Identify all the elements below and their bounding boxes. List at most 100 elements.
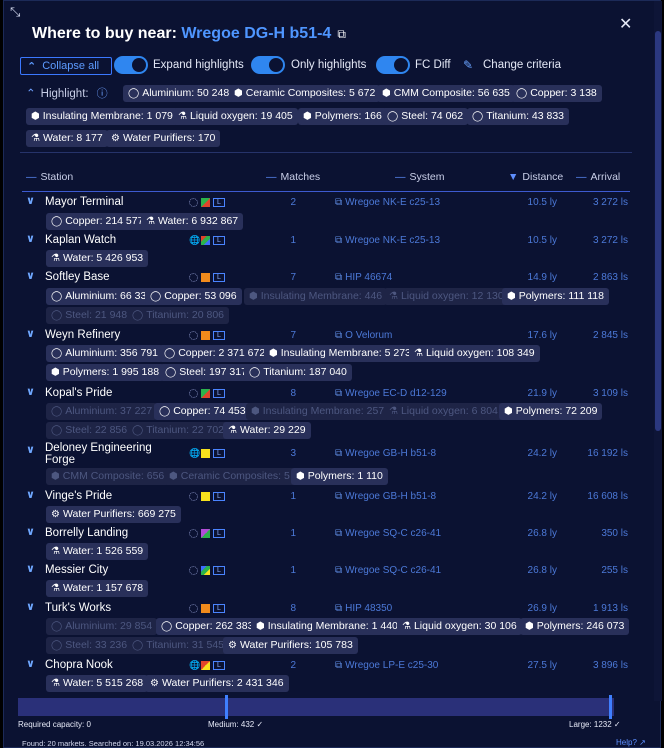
scrollbar-thumb[interactable]: [655, 31, 661, 431]
commodity-chip[interactable]: ⚗ Water: 5 426 953: [46, 250, 149, 267]
chevron-down-icon[interactable]: ∨: [26, 657, 35, 670]
fc-diff-toggle[interactable]: [376, 56, 410, 74]
highlight-chip[interactable]: ◯ Copper: 3 138: [511, 85, 602, 102]
column-matches[interactable]: — Matches: [266, 171, 320, 183]
commodity-chip[interactable]: ⚗ Liquid oxygen: 30 106: [397, 618, 522, 635]
chevron-down-icon[interactable]: ∨: [26, 525, 35, 538]
chevron-down-icon[interactable]: ∨: [26, 443, 35, 456]
system-link[interactable]: ⧉ O Velorum: [335, 330, 392, 341]
commodity-chip[interactable]: ◯ Titanium: 20 806: [127, 307, 230, 324]
system-link[interactable]: ⧉ Wregoe GB-H b51-8: [335, 448, 436, 459]
commodity-chip[interactable]: ◯ Copper: 74 453: [154, 403, 251, 420]
system-link[interactable]: ⧉ Wregoe NK-E c25-13: [335, 235, 440, 246]
commodity-chip[interactable]: ◯ Titanium: 22 702: [127, 422, 230, 439]
commodity-chip[interactable]: ◯ Copper: 214 577: [46, 213, 149, 230]
station-name[interactable]: Borrelly Landing: [45, 527, 128, 539]
collapse-all-button[interactable]: ⌃ Collapse all: [20, 57, 112, 75]
commodity-chip[interactable]: ⚗ Water: 5 515 268: [46, 675, 149, 692]
commodity-chip[interactable]: ⬢ Polymers: 1 995 188: [46, 364, 165, 381]
expand-highlights-toggle[interactable]: [114, 56, 148, 74]
commodity-chip[interactable]: ⚙ Water Purifiers: 669 275: [46, 506, 181, 523]
chevron-down-icon[interactable]: ∨: [26, 327, 35, 340]
chevron-up-icon[interactable]: ⌃: [26, 88, 36, 100]
highlight-chip[interactable]: ⚗ Liquid oxygen: 19 405: [173, 108, 298, 125]
highlight-chip[interactable]: ⚙ Water Purifiers: 170: [106, 130, 221, 147]
commodity-chip[interactable]: ◯ Titanium: 187 040: [244, 364, 352, 381]
commodity-chip[interactable]: ◯ Steel: 197 317: [160, 364, 252, 381]
info-icon[interactable]: ⓘ: [97, 88, 108, 100]
commodity-chip[interactable]: ⬢ Insulating Membrane: 446: [244, 288, 388, 305]
commodity-chip[interactable]: ◯ Aluminium: 37 227: [46, 403, 158, 420]
commodity-chip[interactable]: ⚙ Water Purifiers: 105 783: [223, 637, 358, 654]
chevron-down-icon[interactable]: ∨: [26, 194, 35, 207]
highlight-chip[interactable]: ⬢ Ceramic Composites: 5 672: [229, 85, 381, 102]
commodity-chip[interactable]: ◯ Aluminium: 66 338: [46, 288, 158, 305]
commodity-chip[interactable]: ⬢ Polymers: 246 073: [520, 618, 630, 635]
title-system[interactable]: Wregoe DG-H b51-4: [181, 25, 331, 42]
system-link[interactable]: ⧉ Wregoe GB-H b51-8: [335, 491, 436, 502]
change-criteria-link[interactable]: Change criteria: [483, 59, 561, 71]
commodity-chip[interactable]: ⬢ Insulating Membrane: 5 273: [264, 345, 416, 362]
commodity-chip[interactable]: ⚙ Water Purifiers: 2 431 346: [145, 675, 289, 692]
commodity-chip[interactable]: ⬢ CMM Composite: 656: [46, 468, 170, 485]
column-system[interactable]: — System: [395, 171, 445, 183]
system-link[interactable]: ⧉ HIP 46674: [335, 272, 392, 283]
system-link[interactable]: ⧉ Wregoe LP-E c25-30: [335, 660, 438, 671]
commodity-chip[interactable]: ⚗ Liquid oxygen: 12 130: [384, 288, 509, 305]
highlight-chip[interactable]: ⬢ CMM Composite: 56 635: [377, 85, 515, 102]
column-distance[interactable]: ▼ Distance: [508, 171, 563, 183]
commodity-chip[interactable]: ⬢ Polymers: 111 118: [502, 288, 609, 305]
collapse-arrows-icon[interactable]: ⤡: [10, 5, 20, 18]
commodity-chip[interactable]: ⚗ Water: 6 932 867: [141, 213, 244, 230]
commodity-chip[interactable]: ⚗ Water: 29 229: [223, 422, 311, 439]
close-icon[interactable]: ✕: [619, 17, 632, 33]
commodity-chip[interactable]: ◯ Copper: 2 371 672: [159, 345, 271, 362]
commodity-chip[interactable]: ◯ Steel: 33 236: [46, 637, 133, 654]
highlight-chip[interactable]: ⚗ Water: 8 177: [26, 130, 108, 147]
commodity-chip[interactable]: ◯ Titanium: 31 545: [127, 637, 230, 654]
system-link[interactable]: ⧉ HIP 48350: [335, 603, 392, 614]
help-link[interactable]: Help? ↗: [616, 738, 646, 747]
commodity-chip[interactable]: ⬢ Insulating Membrane: 1 440: [251, 618, 403, 635]
commodity-chip[interactable]: ⚗ Water: 1 526 559: [46, 543, 149, 560]
system-link[interactable]: ⧉ Wregoe NK-E c25-13: [335, 197, 440, 208]
system-link[interactable]: ⧉ Wregoe EC-D d12-129: [335, 388, 447, 399]
commodity-chip[interactable]: ⬢ Ceramic Composites: 5: [164, 468, 295, 485]
station-name[interactable]: Kopal's Pride: [45, 387, 112, 399]
station-name[interactable]: Kaplan Watch: [45, 234, 116, 246]
column-arrival[interactable]: — Arrival: [576, 171, 620, 183]
station-name[interactable]: Deloney Engineering Forge: [45, 442, 152, 466]
highlight-chip[interactable]: ◯ Steel: 74 062: [382, 108, 469, 125]
commodity-chip[interactable]: ⬢ Insulating Membrane: 257: [246, 403, 390, 420]
highlight-chip[interactable]: ◯ Aluminium: 50 248: [123, 85, 235, 102]
highlight-chip[interactable]: ◯ Titanium: 43 833: [467, 108, 570, 125]
commodity-chip[interactable]: ◯ Aluminium: 29 854: [46, 618, 158, 635]
column-station[interactable]: — Station: [26, 171, 73, 183]
system-link[interactable]: ⧉ Wregoe SQ-C c26-41: [335, 528, 441, 539]
station-name[interactable]: Softley Base: [45, 271, 110, 283]
chevron-down-icon[interactable]: ∨: [26, 385, 35, 398]
highlight-chip[interactable]: ⬢ Polymers: 166: [298, 108, 387, 125]
commodity-chip[interactable]: ⚗ Liquid oxygen: 6 804: [384, 403, 503, 420]
station-name[interactable]: Weyn Refinery: [45, 329, 120, 341]
commodity-chip[interactable]: ◯ Steel: 21 948: [46, 307, 133, 324]
commodity-chip[interactable]: ⚗ Liquid oxygen: 108 349: [409, 345, 540, 362]
station-name[interactable]: Turk's Works: [45, 602, 111, 614]
chevron-down-icon[interactable]: ∨: [26, 488, 35, 501]
commodity-chip[interactable]: ◯ Steel: 22 856: [46, 422, 133, 439]
chevron-down-icon[interactable]: ∨: [26, 232, 35, 245]
only-highlights-toggle[interactable]: [251, 56, 285, 74]
chevron-down-icon[interactable]: ∨: [26, 269, 35, 282]
commodity-chip[interactable]: ◯ Aluminium: 356 791: [46, 345, 164, 362]
commodity-chip[interactable]: ◯ Copper: 262 383: [156, 618, 259, 635]
system-link[interactable]: ⧉ Wregoe SQ-C c26-41: [335, 565, 441, 576]
commodity-chip[interactable]: ⬢ Polymers: 72 209: [499, 403, 603, 420]
station-name[interactable]: Messier City: [45, 564, 108, 576]
edit-criteria-icon[interactable]: ✎: [463, 58, 473, 72]
station-name[interactable]: Vinge's Pride: [45, 490, 112, 502]
station-name[interactable]: Mayor Terminal: [45, 196, 123, 208]
chevron-down-icon[interactable]: ∨: [26, 600, 35, 613]
station-name[interactable]: Chopra Nook: [45, 659, 113, 671]
commodity-chip[interactable]: ⬢ Polymers: 1 110: [291, 468, 388, 485]
commodity-chip[interactable]: ⚗ Water: 1 157 678: [46, 580, 149, 597]
